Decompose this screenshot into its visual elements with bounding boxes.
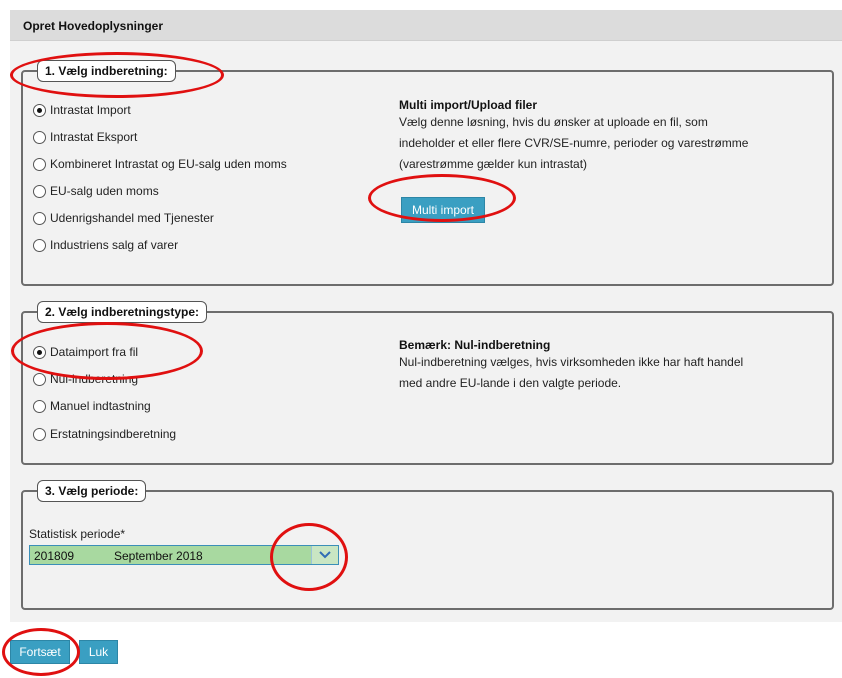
radio-intrastat-eksport[interactable]: Intrastat Eksport [33, 129, 137, 145]
continue-button[interactable]: Fortsæt [10, 640, 70, 664]
radio-button[interactable] [33, 157, 46, 171]
radio-button[interactable] [33, 238, 46, 252]
radio-manuel[interactable]: Manuel indtastning [33, 398, 151, 414]
section3-legend: 3. Vælg periode: [37, 480, 147, 502]
period-month: September 2018 [114, 549, 203, 563]
radio-eu-salg[interactable]: EU-salg uden moms [33, 183, 159, 199]
panel-header: Opret Hovedoplysninger [10, 10, 842, 41]
radio-label: Udenrigshandel med Tjenester [50, 211, 214, 225]
radio-label: Kombineret Intrastat og EU-salg uden mom… [50, 157, 287, 171]
radio-button[interactable] [33, 427, 46, 441]
info-line: (varestrømme gælder kun intrastat) [399, 157, 588, 171]
multi-import-title: Multi import/Upload filer [399, 98, 537, 112]
radio-kombineret[interactable]: Kombineret Intrastat og EU-salg uden mom… [33, 156, 287, 172]
nul-indberetning-description: Nul-indberetning vælges, hvis virksomhed… [399, 352, 819, 394]
panel-title: Opret Hovedoplysninger [23, 19, 164, 33]
radio-label: Erstatningsindberetning [50, 427, 177, 441]
radio-label: Dataimport fra fil [50, 345, 139, 359]
period-select[interactable]: 201809 September 2018 [29, 545, 339, 565]
section-report-type: 1. Vælg indberetning: Intrastat Import I… [21, 60, 834, 286]
radio-button[interactable] [33, 184, 46, 198]
radio-button[interactable] [33, 103, 46, 117]
radio-erstatning[interactable]: Erstatningsindberetning [33, 426, 176, 442]
info-line: Vælg denne løsning, hvis du ønsker at up… [399, 115, 708, 129]
radio-dataimport[interactable]: Dataimport fra fil [33, 344, 138, 360]
radio-label: Intrastat Import [50, 103, 131, 117]
radio-nul-indberetning[interactable]: Nul-indberetning [33, 371, 138, 387]
radio-label: Intrastat Eksport [50, 130, 138, 144]
chevron-down-icon[interactable] [311, 546, 338, 564]
radio-button[interactable] [33, 130, 46, 144]
radio-intrastat-import[interactable]: Intrastat Import [33, 102, 131, 118]
section1-legend: 1. Vælg indberetning: [37, 60, 176, 82]
radio-button[interactable] [33, 372, 46, 386]
radio-tjenester[interactable]: Udenrigshandel med Tjenester [33, 210, 214, 226]
radio-label: Nul-indberetning [50, 372, 139, 386]
info-line: Nul-indberetning vælges, hvis virksomhed… [399, 355, 744, 369]
info-line: indeholder et eller flere CVR/SE-numre, … [399, 136, 749, 150]
multi-import-button[interactable]: Multi import [401, 197, 485, 223]
multi-import-description: Vælg denne løsning, hvis du ønsker at up… [399, 112, 819, 175]
radio-button[interactable] [33, 399, 46, 413]
section-report-method: 2. Vælg indberetningstype: Dataimport fr… [21, 301, 834, 465]
radio-label: Manuel indtastning [50, 399, 151, 413]
main-panel: Opret Hovedoplysninger 1. Vælg indberetn… [10, 10, 842, 622]
radio-label: Industriens salg af varer [50, 238, 179, 252]
period-code: 201809 [34, 549, 75, 563]
section2-legend: 2. Vælg indberetningstype: [37, 301, 208, 323]
radio-industriens-salg[interactable]: Industriens salg af varer [33, 237, 178, 253]
info-line: med andre EU-lande i den valgte periode. [399, 376, 622, 390]
nul-indberetning-title: Bemærk: Nul-indberetning [399, 338, 551, 352]
close-button[interactable]: Luk [79, 640, 118, 664]
period-label: Statistisk periode* [29, 527, 126, 541]
radio-button[interactable] [33, 345, 46, 359]
section-period: 3. Vælg periode: Statistisk periode* 201… [21, 480, 834, 610]
radio-label: EU-salg uden moms [50, 184, 159, 198]
radio-button[interactable] [33, 211, 46, 225]
